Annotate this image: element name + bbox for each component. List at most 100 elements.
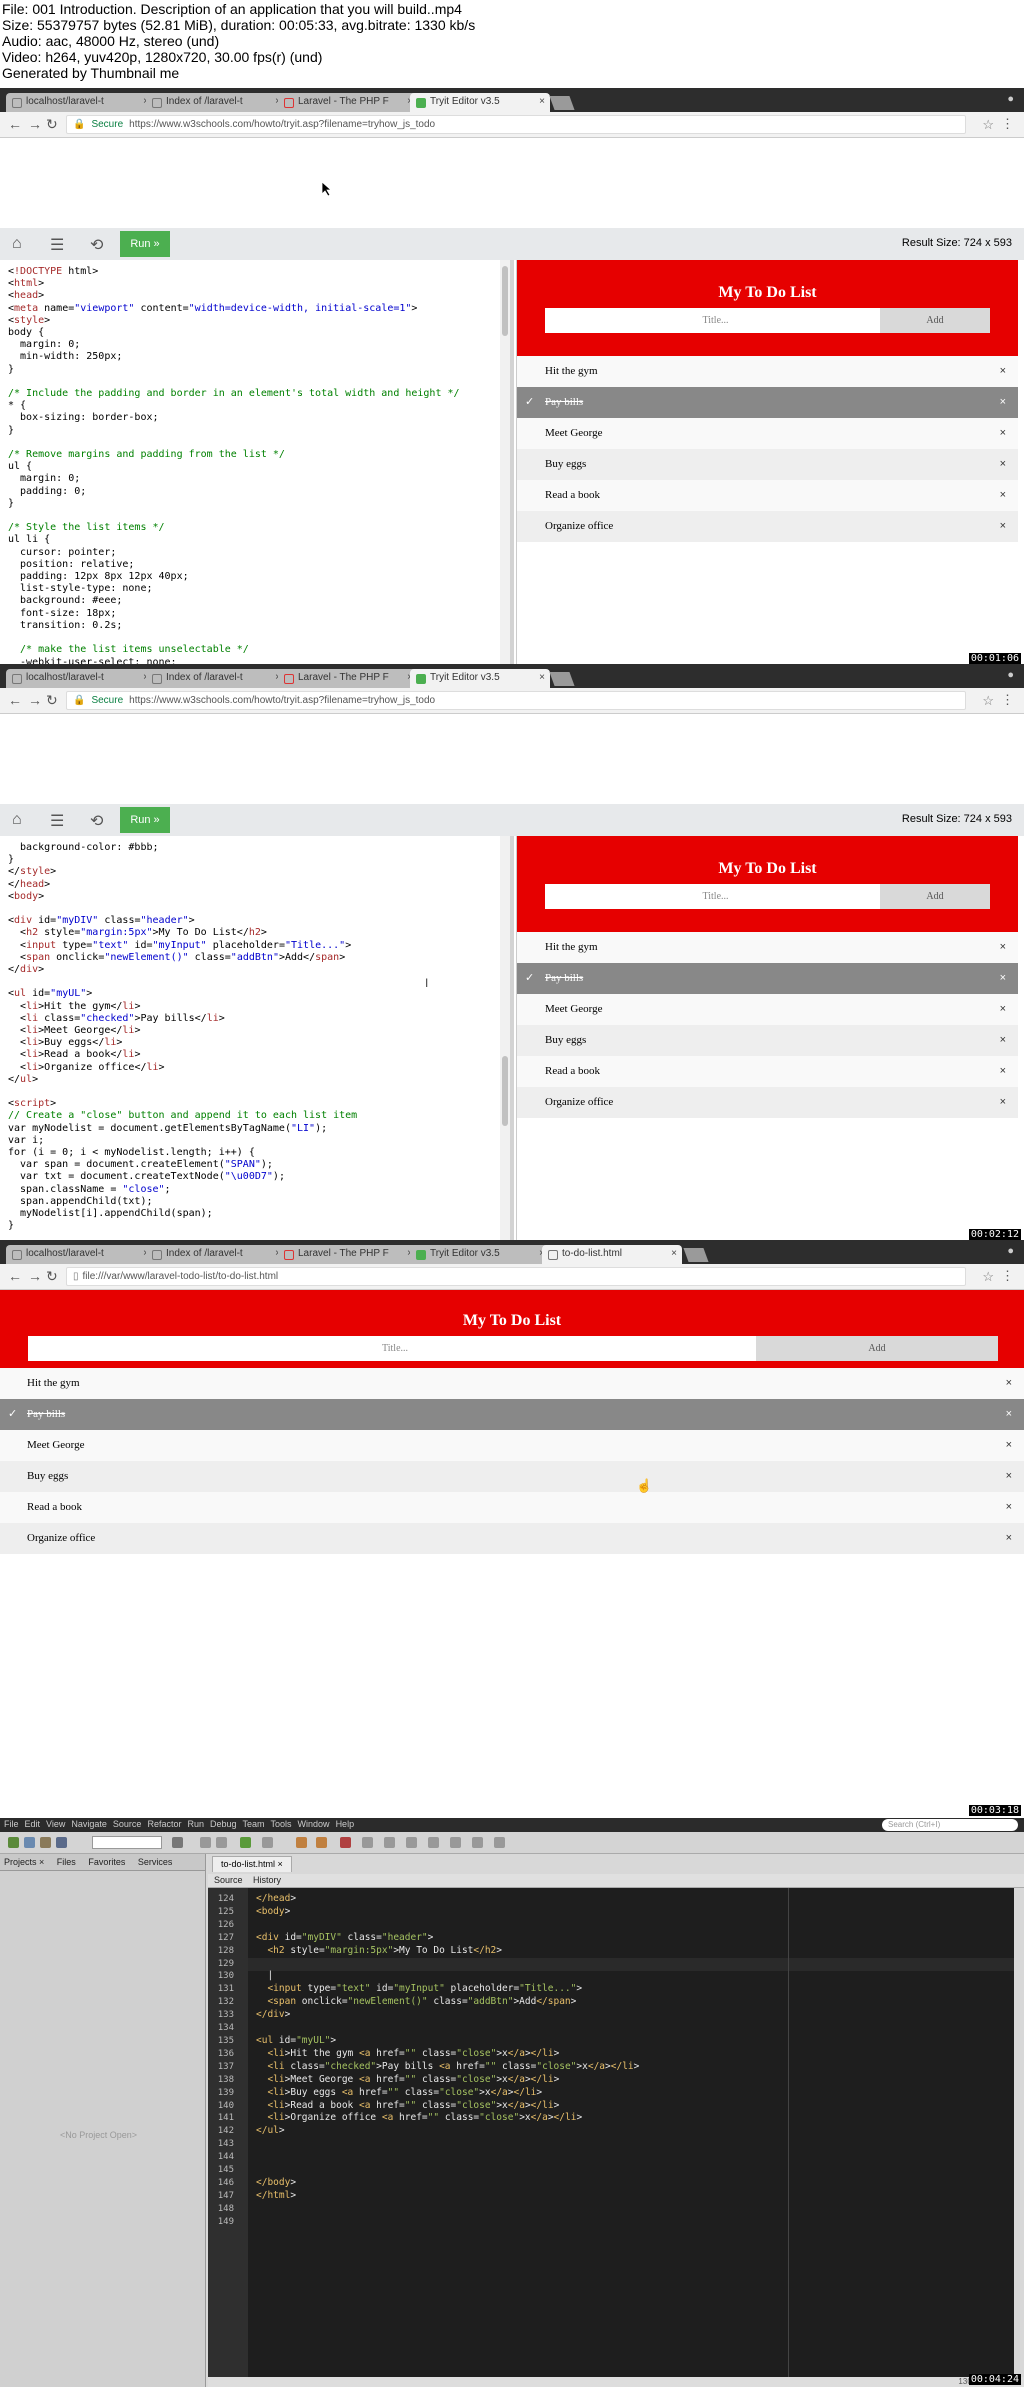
todo-item[interactable]: ✓ Pay bills ×	[517, 387, 1018, 418]
tool-icon[interactable]	[450, 1837, 461, 1848]
new-file-icon[interactable]	[24, 1837, 35, 1848]
menu-icon[interactable]: ⋮	[1001, 692, 1014, 708]
code-scrollbar[interactable]	[500, 260, 510, 666]
close-icon[interactable]: ×	[1000, 1087, 1006, 1118]
bookmark-star-icon[interactable]: ☆	[982, 1269, 994, 1285]
forward-icon[interactable]: →	[28, 692, 42, 708]
close-tab-icon[interactable]: ×	[671, 1248, 677, 1259]
add-button[interactable]: Add	[880, 308, 990, 333]
tool-icon[interactable]	[494, 1837, 505, 1848]
close-icon[interactable]: ×	[1000, 511, 1006, 542]
tool-icon[interactable]	[362, 1837, 373, 1848]
home-icon[interactable]: ⌂	[12, 811, 22, 829]
new-project-icon[interactable]	[8, 1837, 19, 1848]
stop-icon[interactable]	[340, 1837, 351, 1848]
close-icon[interactable]: ×	[1006, 1368, 1012, 1399]
todo-item[interactable]: Buy eggs ×	[517, 449, 1018, 480]
close-icon[interactable]: ×	[1000, 449, 1006, 480]
home-icon[interactable]: ⌂	[12, 235, 22, 253]
add-button[interactable]: Add	[880, 884, 990, 909]
todo-item[interactable]: Hit the gym ×	[517, 932, 1018, 963]
close-icon[interactable]: ×	[1006, 1461, 1012, 1492]
menu-window[interactable]: Window	[298, 1819, 330, 1829]
tool-icon[interactable]	[384, 1837, 395, 1848]
menu-tools[interactable]: Tools	[271, 1819, 292, 1829]
rotate-icon[interactable]: ⟲	[90, 235, 103, 255]
new-tab-button[interactable]	[549, 672, 575, 686]
close-icon[interactable]: ×	[1000, 994, 1006, 1025]
tab-projects[interactable]: Projects ×	[4, 1857, 44, 1867]
url-field[interactable]: ▯ file:///var/www/laravel-todo-list/to-do…	[66, 1267, 966, 1286]
todo-item[interactable]: Organize office ×	[0, 1523, 1024, 1554]
code-scrollbar[interactable]	[500, 836, 510, 1242]
build-icon[interactable]	[216, 1837, 227, 1848]
config-dropdown[interactable]	[92, 1836, 162, 1849]
todo-item[interactable]: Read a book ×	[517, 480, 1018, 511]
profile-icon[interactable]: ●	[1007, 669, 1014, 681]
run-button[interactable]: Run »	[120, 231, 170, 257]
todo-item[interactable]: Hit the gym ×	[517, 356, 1018, 387]
url-field[interactable]: 🔒 Secure https://www.w3schools.com/howto/t…	[66, 115, 966, 134]
close-icon[interactable]: ×	[1000, 356, 1006, 387]
todo-title-input[interactable]: Title...	[545, 884, 880, 909]
file-tab[interactable]: to-do-list.html ×	[212, 1856, 292, 1872]
todo-title-input[interactable]: Title...	[28, 1336, 756, 1361]
browser-tab[interactable]: Tryit Editor v3.5×	[410, 1245, 550, 1264]
todo-item[interactable]: ✓ Pay bills ×	[517, 963, 1018, 994]
close-icon[interactable]: ×	[1000, 387, 1006, 418]
tab-files[interactable]: Files	[57, 1857, 76, 1867]
todo-item[interactable]: Organize office ×	[517, 511, 1018, 542]
reload-icon[interactable]: ↻	[46, 692, 58, 709]
close-icon[interactable]: ×	[1000, 963, 1006, 994]
tool-icon[interactable]	[406, 1837, 417, 1848]
tab-favorites[interactable]: Favorites	[88, 1857, 125, 1867]
todo-item[interactable]: Read a book ×	[0, 1492, 1024, 1523]
scrollbar-thumb[interactable]	[502, 1056, 508, 1126]
menu-navigate[interactable]: Navigate	[71, 1819, 107, 1829]
save-icon[interactable]	[56, 1837, 67, 1848]
profile-icon[interactable]: ●	[1007, 1245, 1014, 1257]
todo-item[interactable]: Read a book ×	[517, 1056, 1018, 1087]
forward-icon[interactable]: →	[28, 1268, 42, 1284]
todo-item[interactable]: Buy eggs ×	[517, 1025, 1018, 1056]
browser-tab[interactable]: Index of /laravel-t×	[146, 1245, 286, 1264]
close-icon[interactable]: ×	[1000, 1025, 1006, 1056]
bookmark-star-icon[interactable]: ☆	[982, 693, 994, 709]
menu-team[interactable]: Team	[243, 1819, 265, 1829]
close-icon[interactable]: ×	[1006, 1492, 1012, 1523]
forward-icon[interactable]: →	[28, 116, 42, 132]
open-icon[interactable]	[40, 1837, 51, 1848]
menu-file[interactable]: File	[4, 1819, 19, 1829]
browser-tab-active[interactable]: Tryit Editor v3.5 ×	[410, 93, 550, 112]
tab-history[interactable]: History	[253, 1875, 281, 1885]
browser-tab[interactable]: Index of /laravel-t×	[146, 93, 286, 112]
todo-item[interactable]: Meet George ×	[517, 418, 1018, 449]
clean-icon[interactable]	[200, 1837, 211, 1848]
close-icon[interactable]: ×	[1000, 932, 1006, 963]
code-editor[interactable]: <!DOCTYPE html> <html> <head> <meta name="v…	[8, 266, 503, 666]
browser-tab[interactable]: Laravel - The PHP F×	[278, 93, 418, 112]
profile-icon[interactable]: ●	[1007, 93, 1014, 105]
hamburger-icon[interactable]: ☰	[50, 811, 64, 831]
menu-refactor[interactable]: Refactor	[147, 1819, 181, 1829]
todo-item[interactable]: Meet George ×	[0, 1430, 1024, 1461]
close-icon[interactable]: ×	[1006, 1430, 1012, 1461]
menu-source[interactable]: Source	[113, 1819, 142, 1829]
settings-icon[interactable]	[172, 1837, 183, 1848]
panel-divider[interactable]	[510, 260, 514, 666]
menu-icon[interactable]: ⋮	[1001, 116, 1014, 132]
close-icon[interactable]: ×	[1000, 418, 1006, 449]
browser-tab[interactable]: localhost/laravel-t×	[6, 93, 154, 112]
scrollbar-thumb[interactable]	[502, 266, 508, 336]
browser-tab[interactable]: Index of /laravel-t×	[146, 669, 286, 688]
redo-icon[interactable]	[316, 1837, 327, 1848]
reload-icon[interactable]: ↻	[46, 116, 58, 133]
hamburger-icon[interactable]: ☰	[50, 235, 64, 255]
run-icon[interactable]	[240, 1837, 251, 1848]
browser-tab[interactable]: localhost/laravel-t×	[6, 669, 154, 688]
ide-search[interactable]: Search (Ctrl+I)	[882, 1819, 1018, 1831]
close-tab-icon[interactable]: ×	[539, 672, 545, 683]
todo-item[interactable]: Organize office ×	[517, 1087, 1018, 1118]
todo-item[interactable]: Meet George ×	[517, 994, 1018, 1025]
todo-item[interactable]: ✓ Pay bills ×	[0, 1399, 1024, 1430]
